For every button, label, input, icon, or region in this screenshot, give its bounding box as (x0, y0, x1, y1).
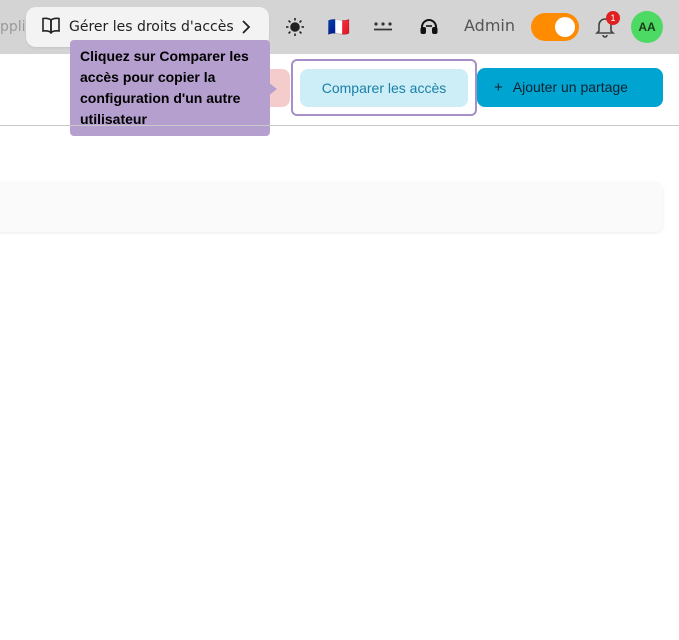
admin-label: Admin (464, 16, 515, 35)
compare-access-button[interactable]: Comparer les accès (300, 69, 468, 107)
avatar[interactable]: AA (631, 11, 663, 43)
notification-badge: 1 (606, 11, 620, 25)
chevron-right-icon[interactable] (241, 19, 251, 39)
guide-label: Gérer les droits d'accès (69, 19, 234, 35)
tour-tooltip: Cliquez sur Comparer les accès pour copi… (70, 40, 270, 136)
plus-icon: + (494, 79, 503, 96)
add-share-button[interactable]: + Ajouter un partage (477, 68, 663, 107)
content-card (0, 182, 663, 232)
add-share-label: Ajouter un partage (512, 79, 628, 95)
divider (0, 125, 679, 126)
tooltip-arrow (268, 82, 277, 96)
toggle-knob (555, 17, 575, 37)
headset-icon[interactable] (417, 15, 441, 39)
admin-toggle[interactable] (531, 13, 579, 41)
sun-icon[interactable] (283, 15, 307, 39)
language-flag[interactable]: 🇫🇷 (327, 15, 351, 39)
more-dots-icon[interactable] (371, 15, 395, 39)
book-open-icon (41, 16, 61, 38)
